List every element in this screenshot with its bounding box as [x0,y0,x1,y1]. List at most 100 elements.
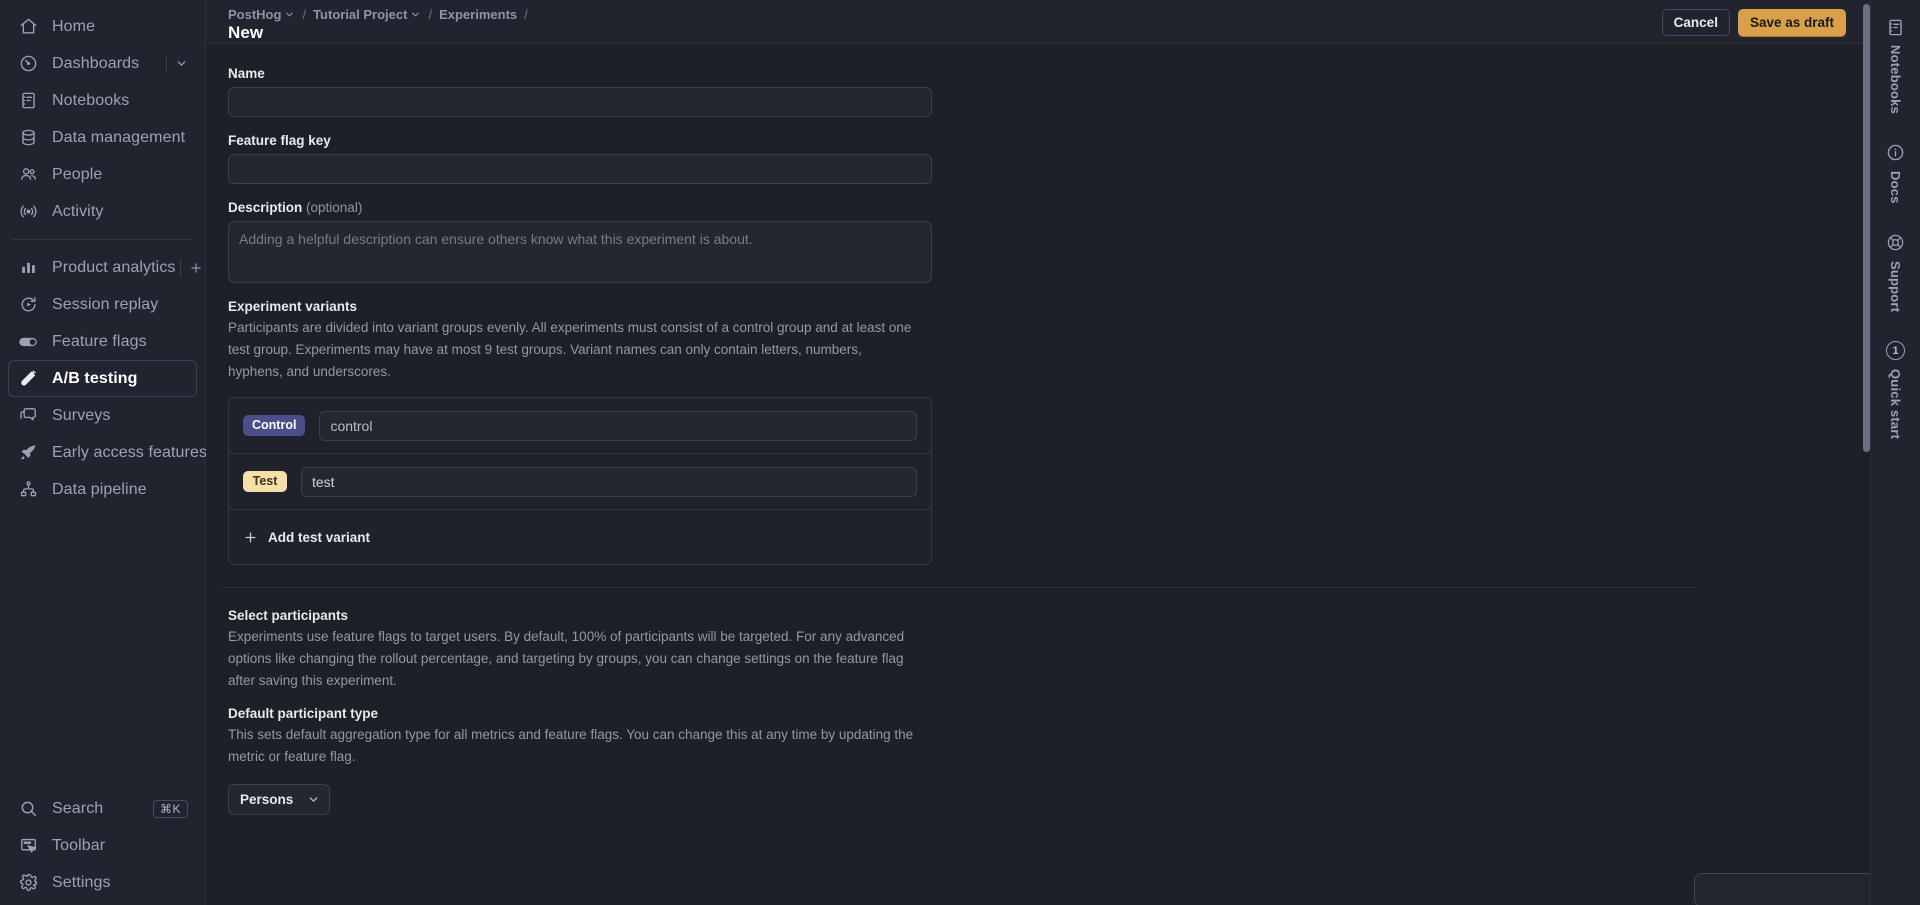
breadcrumb-posthog[interactable]: PostHog [228,7,295,22]
description-optional-suffix: (optional) [306,200,363,215]
rail-item-label: Notebooks [1888,45,1903,114]
breadcrumb-experiments[interactable]: Experiments [439,7,517,22]
bar-chart-icon [17,257,39,279]
breadcrumb-separator: / [428,6,433,22]
field-feature-flag-key: Feature flag key [228,133,1870,184]
field-name: Name [228,66,1870,117]
database-icon [17,127,39,149]
sidebar-item-label: Data pipeline [52,480,147,498]
experiment-variants-title: Experiment variants [228,299,358,314]
page-title: New [228,23,264,42]
breadcrumb-label: Tutorial Project [313,6,408,22]
add-test-variant-button[interactable]: Add test variant [229,510,931,564]
cancel-button[interactable]: Cancel [1661,9,1730,36]
flask-icon [17,368,39,390]
select-participants-title: Select participants [228,608,349,623]
sidebar-item-label: Dashboards [52,54,140,72]
nav-group-bottom: Search ⌘K Toolbar Settings [0,790,205,905]
top-bar: PostHog / Tutorial Project / Experiments… [206,0,1870,44]
participant-type-select[interactable]: Persons [228,784,331,815]
sidebar-item-dashboards[interactable]: Dashboards [8,45,197,82]
chevron-down-icon[interactable] [166,54,188,73]
sidebar-item-settings[interactable]: Settings [8,864,197,901]
rocket-icon [17,442,39,464]
section-experiment-variants: Experiment variants Participants are div… [228,299,1870,565]
sidebar-item-ab-testing[interactable]: A/B testing [8,360,197,397]
sidebar-item-home[interactable]: Home [8,8,197,45]
sidebar-item-label: Activity [52,202,104,220]
variant-key-input-control[interactable] [319,410,917,441]
sidebar-item-label: People [52,165,103,183]
breadcrumb-separator: / [302,6,307,22]
sidebar-item-data-management[interactable]: Data management [8,119,197,156]
bottom-floating-panel[interactable] [1694,873,1870,905]
sidebar-item-feature-flags[interactable]: Feature flags [8,323,197,360]
main-content: PostHog / Tutorial Project / Experiments… [206,0,1870,905]
description-label: Description (optional) [228,200,1870,215]
experiment-form: Name Feature flag key Description (optio… [206,44,1870,815]
sidebar-item-label: Early access features [52,443,208,461]
sidebar-item-people[interactable]: People [8,156,197,193]
description-textarea[interactable] [228,221,932,283]
activity-icon [17,201,39,223]
people-icon [17,164,39,186]
sidebar-item-label: Search [52,799,104,817]
variant-badge-test: Test [243,471,287,492]
name-input[interactable] [228,87,932,117]
sidebar-item-label: Settings [52,873,111,891]
sidebar-item-notebooks[interactable]: Notebooks [8,82,197,119]
breadcrumb-label: Experiments [439,6,518,22]
nav-group-secondary: Product analytics Session replay Feature… [0,249,207,508]
breadcrumb-tutorial-project[interactable]: Tutorial Project [313,7,421,22]
chevron-down-icon [410,9,421,20]
sidebar-item-product-analytics[interactable]: Product analytics [8,249,201,286]
rail-item-notebooks[interactable]: Notebooks [1875,10,1917,120]
variant-row: Test [229,454,931,510]
sidebar-item-session-replay[interactable]: Session replay [8,286,197,323]
sidebar-item-surveys[interactable]: Surveys [8,397,197,434]
rail-item-support[interactable]: Support [1875,226,1917,318]
sidebar-item-search[interactable]: Search ⌘K [8,790,197,827]
save-as-draft-button[interactable]: Save as draft [1737,9,1846,36]
select-participants-description: Experiments use feature flags to target … [228,629,905,688]
home-icon [17,16,39,38]
breadcrumb-separator: / [524,6,528,22]
nav-group-primary: Home Dashboards Notebooks Data managemen… [0,8,205,230]
sidebar-item-label: Home [52,17,96,35]
section-select-participants: Select participants Experiments use feat… [222,588,1870,815]
rail-item-docs[interactable]: Docs [1875,136,1917,210]
variant-row: Control [229,398,931,454]
sidebar-item-label: Data management [52,128,186,146]
left-sidebar: Home Dashboards Notebooks Data managemen… [0,0,207,905]
field-description: Description (optional) [228,200,1870,283]
toggle-icon [17,331,39,353]
variant-key-input-test[interactable] [301,466,917,497]
section-default-participant-type: Default participant type This sets defau… [228,706,1870,815]
sidebar-item-label: Surveys [52,406,111,424]
sidebar-item-label: A/B testing [52,369,138,387]
rail-item-label: Docs [1888,170,1903,204]
vertical-scrollbar-thumb[interactable] [1863,4,1870,452]
feature-flag-key-label: Feature flag key [228,133,331,148]
breadcrumb-label: PostHog [228,6,282,22]
rail-item-label: Quick start [1888,368,1903,439]
feature-flag-key-input[interactable] [228,154,932,184]
chevron-down-icon [307,793,320,806]
search-icon [17,798,39,820]
form-scroll-area: Name Feature flag key Description (optio… [206,44,1870,905]
replay-icon [17,294,39,316]
sidebar-item-activity[interactable]: Activity [8,193,197,230]
rail-item-quick-start[interactable]: 1 Quick start [1875,334,1917,445]
quick-start-count-badge: 1 [1886,340,1905,362]
gear-icon [17,872,39,894]
comment-icon [17,405,39,427]
section-basic-fields: Name Feature flag key Description (optio… [222,66,1870,565]
app-root: Home Dashboards Notebooks Data managemen… [0,0,1920,905]
topbar-actions: Cancel Save as draft [1661,6,1846,36]
sidebar-item-toolbar[interactable]: Toolbar [8,827,197,864]
sidebar-item-early-access-features[interactable]: Early access features [8,434,207,471]
sidebar-item-data-pipeline[interactable]: Data pipeline [8,471,197,508]
variants-card: Control Test Add te [228,397,932,565]
plus-icon[interactable] [179,258,203,277]
